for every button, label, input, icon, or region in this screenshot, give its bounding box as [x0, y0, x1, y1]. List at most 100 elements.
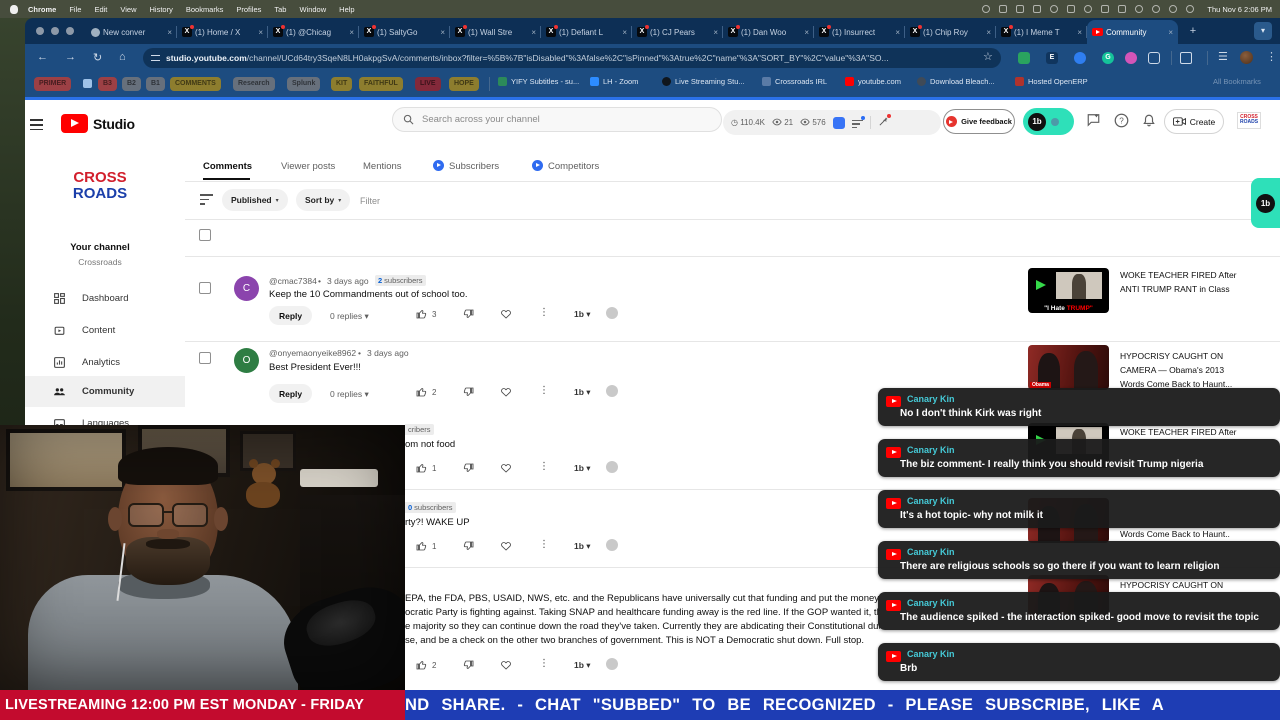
- tab-viewer-posts[interactable]: Viewer posts: [281, 161, 335, 172]
- notifications-bell-icon[interactable]: [1142, 113, 1156, 133]
- extensions-puzzle-icon[interactable]: [1148, 52, 1160, 64]
- dislike-icon[interactable]: [462, 308, 474, 320]
- vidiq-icon[interactable]: [832, 116, 845, 129]
- video-title[interactable]: HYPOCRISY CAUGHT ON: [1120, 578, 1270, 592]
- menu-bookmarks[interactable]: Bookmarks: [186, 5, 224, 14]
- give-feedback-button[interactable]: Give feedback: [943, 109, 1015, 134]
- menu-history[interactable]: History: [150, 5, 173, 14]
- dislike-icon[interactable]: [462, 386, 474, 398]
- url-text[interactable]: studio.youtube.com/channel/UCd64try3SqeN…: [166, 53, 889, 63]
- bookmark-group-b1[interactable]: B1: [146, 77, 165, 91]
- reading-list-book-icon[interactable]: [1180, 52, 1192, 64]
- vidiq-comment-icon[interactable]: [606, 461, 618, 473]
- kebab-menu-icon[interactable]: ⋮: [1266, 50, 1277, 63]
- sidebar-item-community[interactable]: Community: [25, 376, 185, 407]
- menu-help[interactable]: Help: [339, 5, 354, 14]
- tab-new-conversation[interactable]: New conver ×: [86, 20, 177, 44]
- reply-button[interactable]: Reply: [269, 384, 313, 403]
- tab-i-meme[interactable]: X (1) I Meme T ×: [996, 20, 1087, 44]
- like-icon[interactable]: [416, 386, 428, 398]
- boost-wand-icon[interactable]: [878, 114, 891, 129]
- sidebar-item-analytics[interactable]: Analytics: [25, 347, 185, 378]
- close-tab-icon[interactable]: ×: [1077, 28, 1082, 37]
- like-icon[interactable]: [416, 462, 428, 474]
- dislike-icon[interactable]: [462, 540, 474, 552]
- reply-button[interactable]: Reply: [269, 306, 313, 325]
- video-thumbnail[interactable]: "I Hate TRUMP": [1028, 268, 1109, 313]
- home-icon[interactable]: ⌂: [119, 51, 126, 63]
- menu-chrome[interactable]: Chrome: [28, 5, 56, 14]
- tubebuddy-comment-tool[interactable]: 1b ▾: [574, 660, 591, 671]
- vidiq-stats-pill[interactable]: ◷ 110.4K 21 576: [723, 110, 941, 135]
- video-title[interactable]: WOKE TEACHER FIRED After ANTI TRUMP RANT …: [1120, 268, 1270, 296]
- bookmark-crossroads-irl[interactable]: Crossroads IRL: [762, 77, 827, 86]
- tab-saltygo[interactable]: X (1) SaltyGo ×: [359, 20, 450, 44]
- close-tab-icon[interactable]: ×: [804, 28, 809, 37]
- tab-subscribers[interactable]: Subscribers: [449, 161, 499, 172]
- bookmark-group-primer[interactable]: PRIMER: [34, 77, 72, 91]
- video-thumbnail[interactable]: Obama: [1028, 345, 1109, 390]
- heart-icon[interactable]: [500, 386, 512, 398]
- tubebuddy-comment-tool[interactable]: 1b ▾: [574, 541, 591, 552]
- media-list-icon[interactable]: ☰: [1218, 50, 1228, 63]
- bookmark-obs[interactable]: Live Streaming Stu...: [662, 77, 745, 86]
- close-tab-icon[interactable]: ×: [531, 28, 536, 37]
- menu-profiles[interactable]: Profiles: [236, 5, 261, 14]
- kebab-menu-icon[interactable]: ⋮: [539, 385, 549, 396]
- search-icon[interactable]: [1169, 5, 1178, 13]
- heart-icon[interactable]: [500, 308, 512, 320]
- bookmark-group-b3[interactable]: B3: [98, 77, 117, 91]
- tubebuddy-comment-tool[interactable]: 1b ▾: [574, 463, 591, 474]
- close-tab-icon[interactable]: ×: [349, 28, 354, 37]
- heart-icon[interactable]: [500, 659, 512, 671]
- close-tab-icon[interactable]: ×: [986, 28, 991, 37]
- back-icon[interactable]: ←: [37, 51, 48, 63]
- tab-search-chevron-icon[interactable]: ▾: [1254, 22, 1272, 40]
- close-window-icon[interactable]: [36, 27, 44, 35]
- video-title[interactable]: Words Come Back to Haunt..: [1120, 527, 1270, 541]
- close-tab-icon[interactable]: ×: [713, 28, 718, 37]
- like-icon[interactable]: [416, 540, 428, 552]
- menu-edit[interactable]: Edit: [94, 5, 107, 14]
- kebab-menu-icon[interactable]: ⋮: [539, 307, 549, 318]
- bookmark-star-icon[interactable]: ☆: [983, 50, 993, 63]
- filter-input[interactable]: Filter: [360, 196, 380, 206]
- bookmark-group-kit[interactable]: KIT: [331, 77, 353, 91]
- video-title[interactable]: WOKE TEACHER FIRED After: [1120, 425, 1270, 439]
- bookmark-openerp[interactable]: Hosted OpenERP: [1015, 77, 1088, 86]
- like-icon[interactable]: [416, 308, 428, 320]
- tab-insurrection[interactable]: X (1) Insurrect ×: [814, 20, 905, 44]
- tubebuddy-comment-tool[interactable]: 1b ▾: [574, 309, 591, 320]
- heart-icon[interactable]: [500, 462, 512, 474]
- bookmark-zoom[interactable]: LH - Zoom: [590, 77, 638, 86]
- youtube-studio-logo[interactable]: [61, 114, 88, 133]
- kebab-menu-icon[interactable]: ⋮: [539, 461, 549, 472]
- feedback-comment-icon[interactable]: [1086, 113, 1101, 132]
- tab-defiant[interactable]: X (1) Defiant L ×: [541, 20, 632, 44]
- channel-search-input[interactable]: Search across your channel: [392, 107, 722, 132]
- bookmark-group-comments[interactable]: COMMENTS: [170, 77, 221, 91]
- close-tab-icon[interactable]: ×: [258, 28, 263, 37]
- hamburger-menu-icon[interactable]: [30, 119, 43, 133]
- menu-window[interactable]: Window: [299, 5, 326, 14]
- tubebuddy-comment-tool[interactable]: 1b ▾: [574, 387, 591, 398]
- replies-toggle[interactable]: 0 replies ▾: [330, 389, 369, 400]
- help-icon[interactable]: ?: [1114, 113, 1129, 133]
- window-controls[interactable]: [25, 18, 86, 44]
- tab-comments[interactable]: Comments: [203, 161, 252, 172]
- tab-mentions[interactable]: Mentions: [363, 161, 402, 172]
- published-dropdown[interactable]: Published ▾: [222, 189, 288, 211]
- comment-time[interactable]: 3 days ago: [327, 276, 369, 286]
- kebab-menu-icon[interactable]: ⋮: [539, 539, 549, 550]
- avatar[interactable]: O: [234, 348, 259, 373]
- close-tab-icon[interactable]: ×: [622, 28, 627, 37]
- vidiq-comment-icon[interactable]: [606, 658, 618, 670]
- moon-icon[interactable]: [1152, 5, 1161, 13]
- bookmark-download-bleach[interactable]: Download Bleach...: [917, 77, 995, 86]
- menu-file[interactable]: File: [69, 5, 81, 14]
- all-bookmarks[interactable]: All Bookmarks: [1213, 77, 1261, 86]
- comment-author[interactable]: @cmac7384: [269, 276, 317, 286]
- reload-icon[interactable]: ↻: [93, 51, 102, 64]
- like-icon[interactable]: [416, 659, 428, 671]
- video-title[interactable]: HYPOCRISY CAUGHT ON CAMERA — Obama's 2013…: [1120, 349, 1270, 391]
